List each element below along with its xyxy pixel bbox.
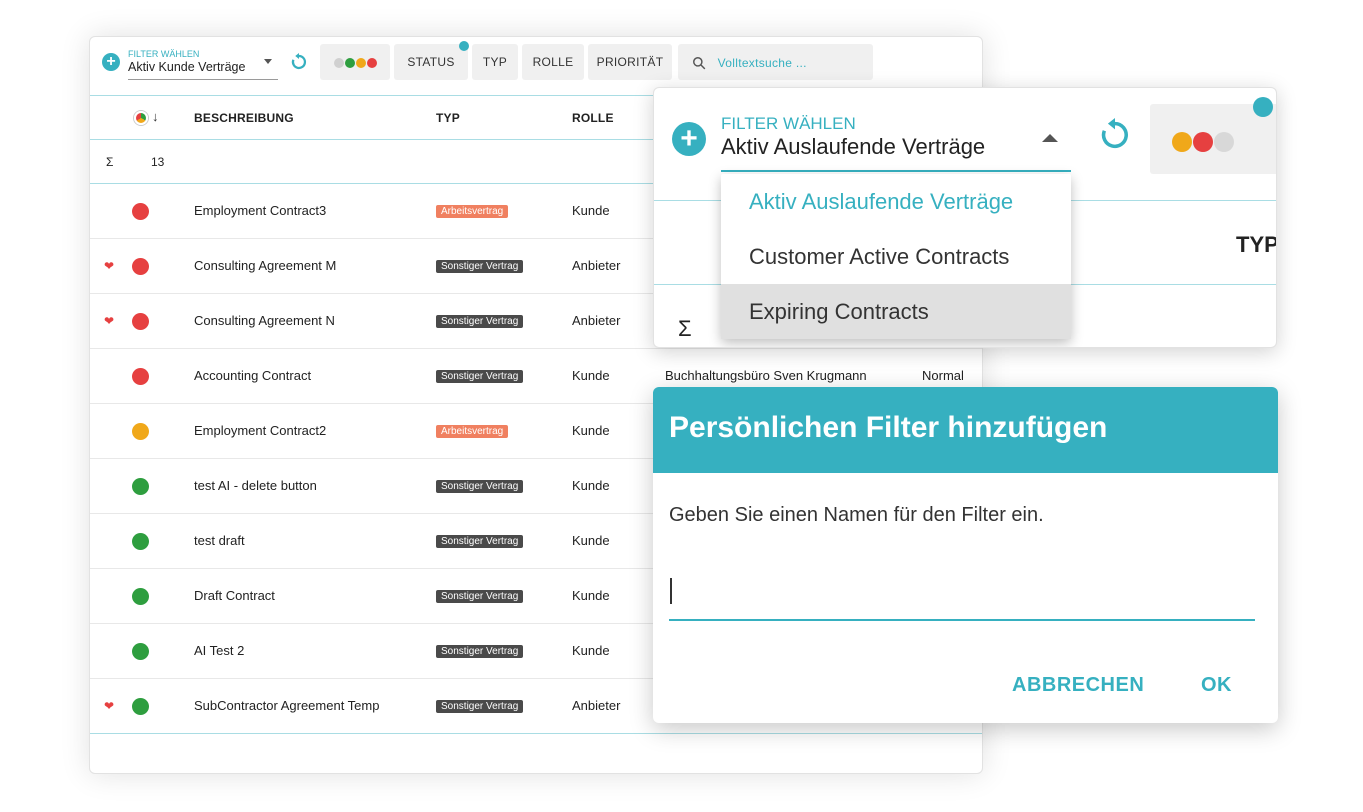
status-dot-orange	[355, 57, 366, 68]
typ-filter-button[interactable]: TYP	[472, 44, 518, 80]
heart-icon[interactable]: ❤	[104, 259, 114, 273]
row-role: Kunde	[572, 533, 610, 548]
status-indicator	[132, 698, 149, 715]
filter-option-expiring[interactable]: Expiring Contracts	[721, 284, 1071, 339]
filter-select-label: FILTER WÄHLEN	[128, 49, 200, 59]
column-typ[interactable]: TYP	[1236, 232, 1276, 258]
row-role: Kunde	[572, 423, 610, 438]
sum-symbol: Σ	[106, 155, 114, 169]
status-indicator	[132, 313, 149, 330]
row-count: 13	[151, 155, 165, 169]
filter-select-underline	[128, 79, 278, 80]
add-filter-icon[interactable]: +	[102, 53, 120, 71]
refresh-icon[interactable]	[290, 53, 308, 71]
sum-symbol: Σ	[678, 316, 692, 341]
row-role: Kunde	[572, 203, 610, 218]
ok-button[interactable]: OK	[1201, 674, 1232, 697]
type-badge: Arbeitsvertrag	[436, 205, 509, 218]
search-input[interactable]: Volltextsuche ...	[678, 44, 873, 80]
rolle-filter-button[interactable]: ROLLE	[522, 44, 584, 80]
status-filter-button[interactable]: STATUS	[394, 44, 468, 80]
status-dot-inactive	[1214, 132, 1234, 152]
type-badge: Sonstiger Vertrag	[436, 315, 524, 328]
row-description[interactable]: test draft	[194, 533, 245, 548]
filter-select-label: FILTER WÄHLEN	[721, 114, 856, 133]
status-filter-chip[interactable]	[320, 44, 390, 80]
status-dot-inactive	[333, 57, 344, 68]
status-dot-orange	[1172, 132, 1192, 152]
filter-dropdown-panel: + FILTER WÄHLEN Aktiv Auslaufende Verträ…	[653, 87, 1277, 348]
dialog-title: Persönlichen Filter hinzufügen	[669, 411, 1108, 444]
status-indicator	[132, 368, 149, 385]
add-filter-icon[interactable]: +	[672, 122, 706, 156]
row-description[interactable]: Consulting Agreement M	[194, 258, 336, 273]
status-indicator	[132, 478, 149, 495]
row-description[interactable]: Employment Contract3	[194, 203, 326, 218]
status-indicator	[132, 533, 149, 550]
filter-option-customer-active[interactable]: Customer Active Contracts	[721, 229, 1071, 284]
row-description[interactable]: Consulting Agreement N	[194, 313, 335, 328]
status-indicator	[132, 203, 149, 220]
row-role: Kunde	[572, 643, 610, 658]
text-cursor	[670, 578, 672, 604]
prioritaet-filter-button[interactable]: PRIORITÄT	[588, 44, 672, 80]
row-role: Anbieter	[572, 313, 621, 328]
row-role: Kunde	[572, 368, 610, 383]
search-icon	[693, 56, 706, 70]
filter-select-underline	[721, 170, 1071, 172]
filter-options-menu: Aktiv Auslaufende Verträge Customer Acti…	[721, 174, 1071, 339]
heart-icon[interactable]: ❤	[104, 314, 114, 328]
column-rolle[interactable]: ROLLE	[572, 111, 614, 125]
column-beschreibung[interactable]: BESCHREIBUNG	[194, 111, 294, 125]
row-partner: Buchhaltungsbüro Sven Krugmann	[665, 368, 867, 383]
status-indicator	[132, 588, 149, 605]
filter-option-aktiv-auslaufende[interactable]: Aktiv Auslaufende Verträge	[721, 174, 1071, 229]
row-role: Anbieter	[572, 258, 621, 273]
heart-icon[interactable]: ❤	[104, 699, 114, 713]
row-description[interactable]: Employment Contract2	[194, 423, 326, 438]
status-dot-green	[344, 57, 355, 68]
active-filter-indicator	[1253, 97, 1273, 117]
status-dot-red	[1193, 132, 1213, 152]
row-description[interactable]: Draft Contract	[194, 588, 275, 603]
dialog-header: Persönlichen Filter hinzufügen	[653, 387, 1278, 473]
type-badge: Sonstiger Vertrag	[436, 590, 524, 603]
status-indicator	[132, 258, 149, 275]
filter-name-input[interactable]	[669, 571, 1255, 621]
search-placeholder: Volltextsuche ...	[717, 55, 807, 70]
caret-down-icon[interactable]	[264, 59, 272, 64]
status-dot-red	[366, 57, 377, 68]
type-badge: Sonstiger Vertrag	[436, 260, 524, 273]
type-badge: Sonstiger Vertrag	[436, 535, 524, 548]
active-filter-indicator	[459, 41, 469, 51]
dialog-prompt: Geben Sie einen Namen für den Filter ein…	[669, 504, 1044, 526]
filter-select[interactable]: Aktiv Kunde Verträge	[128, 60, 245, 74]
arrow-down-icon[interactable]: ↓	[152, 109, 159, 124]
row-role: Kunde	[572, 478, 610, 493]
refresh-icon[interactable]	[1098, 118, 1132, 152]
cancel-button[interactable]: ABBRECHEN	[1012, 674, 1144, 697]
type-badge: Sonstiger Vertrag	[436, 480, 524, 493]
row-description[interactable]: AI Test 2	[194, 643, 244, 658]
type-badge: Sonstiger Vertrag	[436, 700, 524, 713]
type-badge: Sonstiger Vertrag	[436, 370, 524, 383]
row-role: Kunde	[572, 588, 610, 603]
row-role: Anbieter	[572, 698, 621, 713]
row-description[interactable]: test AI - delete button	[194, 478, 317, 493]
type-badge: Arbeitsvertrag	[436, 425, 509, 438]
status-sort-icon[interactable]	[134, 111, 148, 125]
caret-up-icon[interactable]	[1042, 134, 1058, 142]
row-description[interactable]: Accounting Contract	[194, 368, 311, 383]
column-typ[interactable]: TYP	[436, 111, 460, 125]
status-indicator	[132, 643, 149, 660]
status-indicator	[132, 423, 149, 440]
filter-select[interactable]: Aktiv Auslaufende Verträge	[721, 134, 985, 160]
row-priority: Normal	[922, 368, 964, 383]
row-description[interactable]: SubContractor Agreement Temp	[194, 698, 379, 713]
type-badge: Sonstiger Vertrag	[436, 645, 524, 658]
add-filter-dialog: Persönlichen Filter hinzufügen Geben Sie…	[653, 387, 1278, 723]
